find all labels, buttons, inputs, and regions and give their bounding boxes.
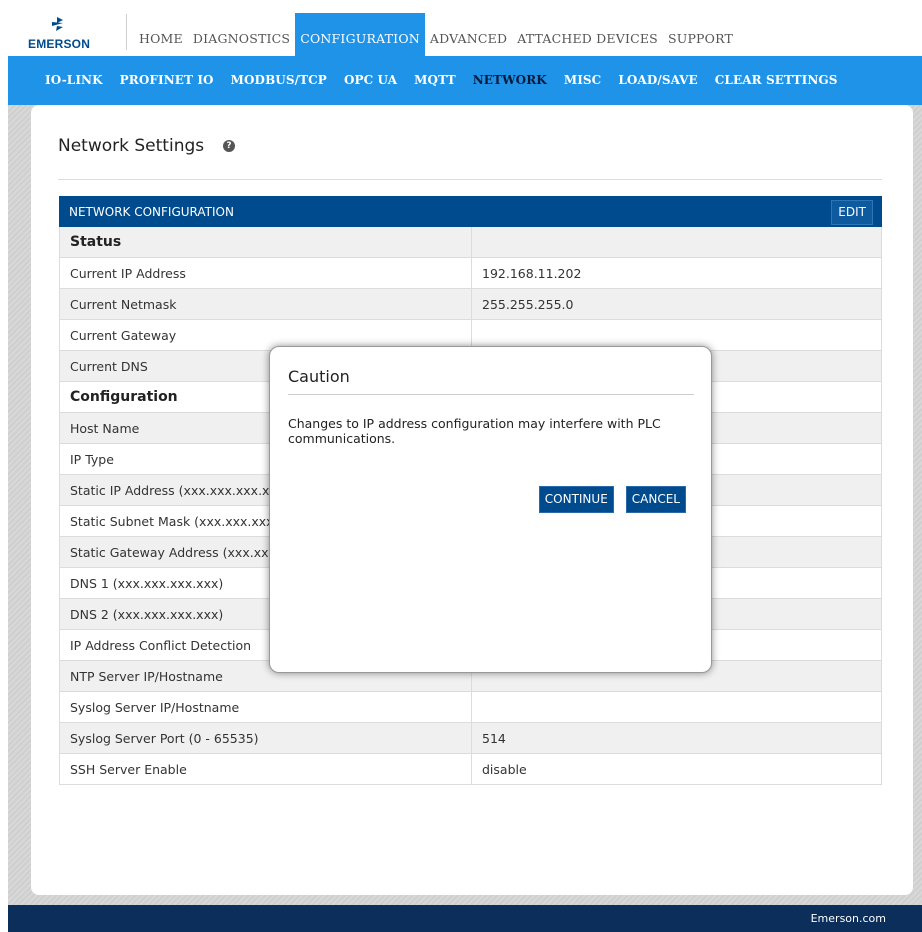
edit-button[interactable]: EDIT: [831, 200, 873, 225]
table-row: Syslog Server Port (0 - 65535) 514: [59, 723, 882, 754]
table-title: NETWORK CONFIGURATION: [69, 205, 234, 219]
sub-navigation: IO-LINK PROFINET IO MODBUS/TCP OPC UA MQTT NE…: [8, 56, 922, 105]
subnav-item-misc[interactable]: MISC: [564, 56, 602, 105]
table-section-row: Status: [59, 227, 882, 258]
title-divider: [58, 179, 882, 180]
page-title: Network Settings: [58, 136, 205, 156]
subnav-item-mqtt[interactable]: MQTT: [414, 56, 456, 105]
topnav-item-attached-devices[interactable]: ATTACHED DEVICES: [512, 13, 663, 56]
topnav-item-configuration[interactable]: CONFIGURATION: [295, 13, 425, 56]
subnav-item-io-link[interactable]: IO-LINK: [45, 56, 103, 105]
top-header: EMERSON HOME DIAGNOSTICS CONFIGURATION ADVA…: [8, 8, 922, 56]
setting-value: disable: [482, 762, 527, 777]
dialog-divider: [288, 394, 694, 395]
continue-button[interactable]: CONTINUE: [538, 486, 614, 513]
setting-value: 192.168.11.202: [482, 266, 582, 281]
section-heading: Status: [60, 227, 472, 257]
setting-label: Syslog Server IP/Hostname: [60, 692, 472, 722]
table-row: Current IP Address 192.168.11.202: [59, 258, 882, 289]
topnav-item-support[interactable]: SUPPORT: [663, 13, 738, 56]
setting-value: 514: [482, 731, 506, 746]
logo-divider: [126, 14, 127, 50]
setting-label: Current IP Address: [60, 258, 472, 288]
subnav-item-load-save[interactable]: LOAD/SAVE: [618, 56, 697, 105]
topnav-item-advanced[interactable]: ADVANCED: [425, 13, 512, 56]
footer: Emerson.com: [8, 905, 922, 932]
cancel-button[interactable]: CANCEL: [625, 486, 686, 513]
subnav-item-network[interactable]: NETWORK: [473, 56, 547, 105]
emerson-logo[interactable]: EMERSON: [28, 13, 90, 53]
dialog-message: Changes to IP address configuration may …: [288, 416, 661, 446]
help-icon[interactable]: ?: [223, 140, 235, 152]
topnav-item-diagnostics[interactable]: DIAGNOSTICS: [188, 13, 295, 56]
setting-label: Current Netmask: [60, 289, 472, 319]
setting-value: [472, 692, 881, 722]
emerson-mark-icon: [52, 17, 63, 31]
table-row: Current Netmask 255.255.255.0: [59, 289, 882, 320]
setting-label: SSH Server Enable: [60, 754, 472, 784]
topnav-item-home[interactable]: HOME: [134, 13, 188, 56]
logo-text: EMERSON: [28, 37, 91, 51]
dialog-title: Caution: [288, 367, 350, 386]
subnav-item-modbus-tcp[interactable]: MODBUS/TCP: [231, 56, 327, 105]
subnav-item-clear-settings[interactable]: CLEAR SETTINGS: [715, 56, 838, 105]
caution-dialog: Caution Changes to IP address configurat…: [269, 346, 712, 673]
setting-value: 255.255.255.0: [482, 297, 574, 312]
subnav-item-opc-ua[interactable]: OPC UA: [344, 56, 397, 105]
table-header: NETWORK CONFIGURATION EDIT: [59, 196, 882, 227]
setting-label: Syslog Server Port (0 - 65535): [60, 723, 472, 753]
footer-link[interactable]: Emerson.com: [811, 912, 886, 925]
table-row: Syslog Server IP/Hostname: [59, 692, 882, 723]
setting-value: [472, 227, 881, 257]
table-row: SSH Server Enable disable: [59, 754, 882, 785]
subnav-item-profinet-io[interactable]: PROFINET IO: [120, 56, 214, 105]
top-navigation: HOME DIAGNOSTICS CONFIGURATION ADVANCED ATTA…: [134, 13, 738, 56]
